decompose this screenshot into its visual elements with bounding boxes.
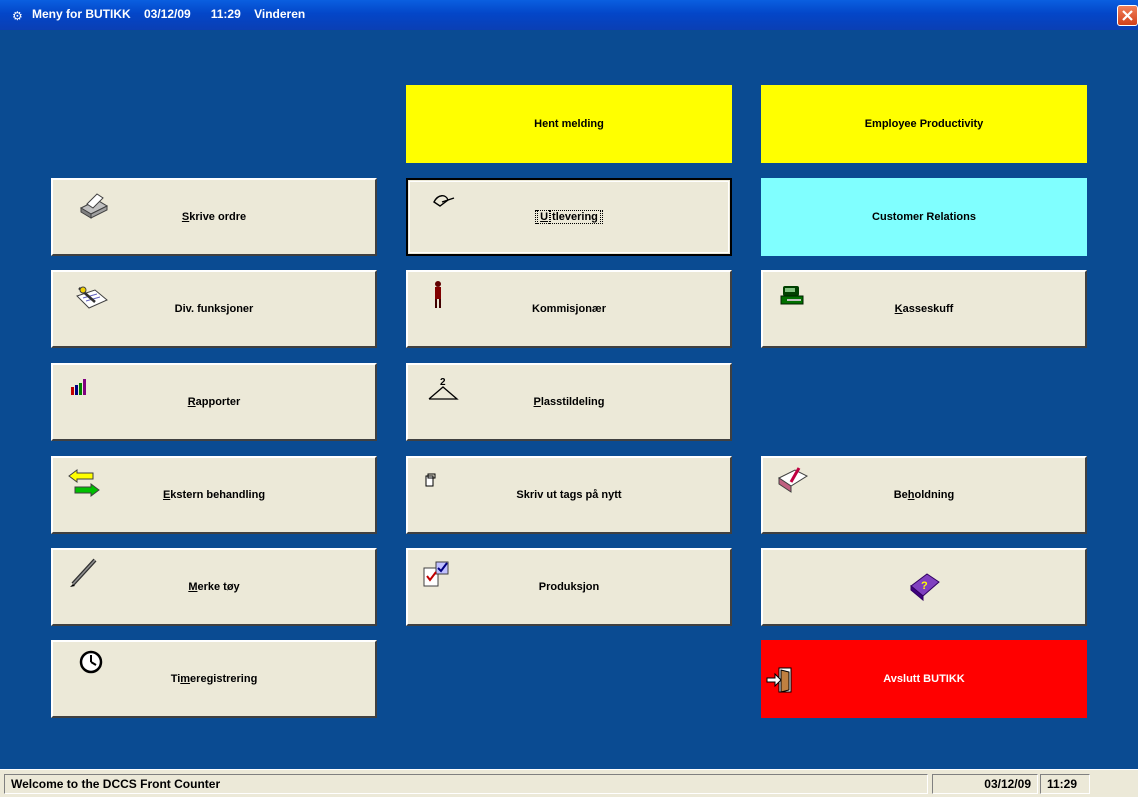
plasstildeling-button[interactable]: 2 Plasstildeling: [406, 363, 732, 441]
avslutt-button[interactable]: Avslutt BUTIKK: [761, 640, 1087, 718]
rapporter-label: Rapporter: [187, 396, 241, 408]
help-book-icon: ?: [910, 573, 940, 602]
produksjon-label: Produksjon: [538, 581, 600, 593]
beholdning-label: Beholdning: [893, 489, 955, 501]
status-message: Welcome to the DCCS Front Counter: [4, 774, 928, 794]
employee-productivity-label: Employee Productivity: [864, 118, 984, 130]
close-button[interactable]: [1117, 5, 1138, 26]
div-funksjoner-button[interactable]: Div. funksjoner: [51, 270, 377, 348]
merke-toy-button[interactable]: Merke tøy: [51, 548, 377, 626]
status-bar: Welcome to the DCCS Front Counter 03/12/…: [0, 769, 1138, 797]
window-title: Meny for BUTIKK 03/12/09 11:29 Vinderen: [32, 7, 306, 21]
customer-relations-label: Customer Relations: [872, 211, 976, 223]
title-bar: ⚙ Meny for BUTIKK 03/12/09 11:29 Vindere…: [0, 0, 1138, 30]
utlevering-label: Utlevering: [408, 210, 730, 224]
app-icon: ⚙: [12, 9, 23, 23]
timeregistrering-label: Timeregistrering: [170, 673, 258, 685]
div-funksjoner-label: Div. funksjoner: [174, 303, 254, 315]
employee-productivity-button[interactable]: Employee Productivity: [761, 85, 1087, 163]
close-icon: [1122, 10, 1133, 21]
skrive-ordre-label: Skrive ordre: [181, 211, 247, 223]
produksjon-button[interactable]: Produksjon: [406, 548, 732, 626]
timeregistrering-button[interactable]: Timeregistrering: [51, 640, 377, 718]
svg-text:?: ?: [921, 580, 928, 592]
merke-toy-label: Merke tøy: [188, 581, 240, 593]
hent-melding-label: Hent melding: [534, 118, 604, 130]
hent-melding-button[interactable]: Hent melding: [406, 85, 732, 163]
skriv-ut-tags-label: Skriv ut tags på nytt: [516, 489, 622, 501]
plasstildeling-label: Plasstildeling: [533, 396, 605, 408]
ekstern-behandling-label: Ekstern behandling: [162, 489, 266, 501]
ekstern-behandling-button[interactable]: Ekstern behandling: [51, 456, 377, 534]
kommisjonaer-button[interactable]: Kommisjonær: [406, 270, 732, 348]
status-date: 03/12/09: [932, 774, 1038, 794]
rapporter-button[interactable]: Rapporter: [51, 363, 377, 441]
skrive-ordre-button[interactable]: Skrive ordre: [51, 178, 377, 256]
avslutt-label: Avslutt BUTIKK: [883, 673, 965, 685]
kasseskuff-button[interactable]: Kasseskuff: [761, 270, 1087, 348]
skriv-ut-tags-button[interactable]: Skriv ut tags på nytt: [406, 456, 732, 534]
utlevering-button[interactable]: Utlevering: [406, 178, 732, 256]
status-time: 11:29: [1040, 774, 1090, 794]
help-button[interactable]: ?: [761, 548, 1087, 626]
customer-relations-button[interactable]: Customer Relations: [761, 178, 1087, 256]
beholdning-button[interactable]: Beholdning: [761, 456, 1087, 534]
kasseskuff-label: Kasseskuff: [894, 303, 954, 315]
kommisjonaer-label: Kommisjonær: [532, 303, 606, 315]
